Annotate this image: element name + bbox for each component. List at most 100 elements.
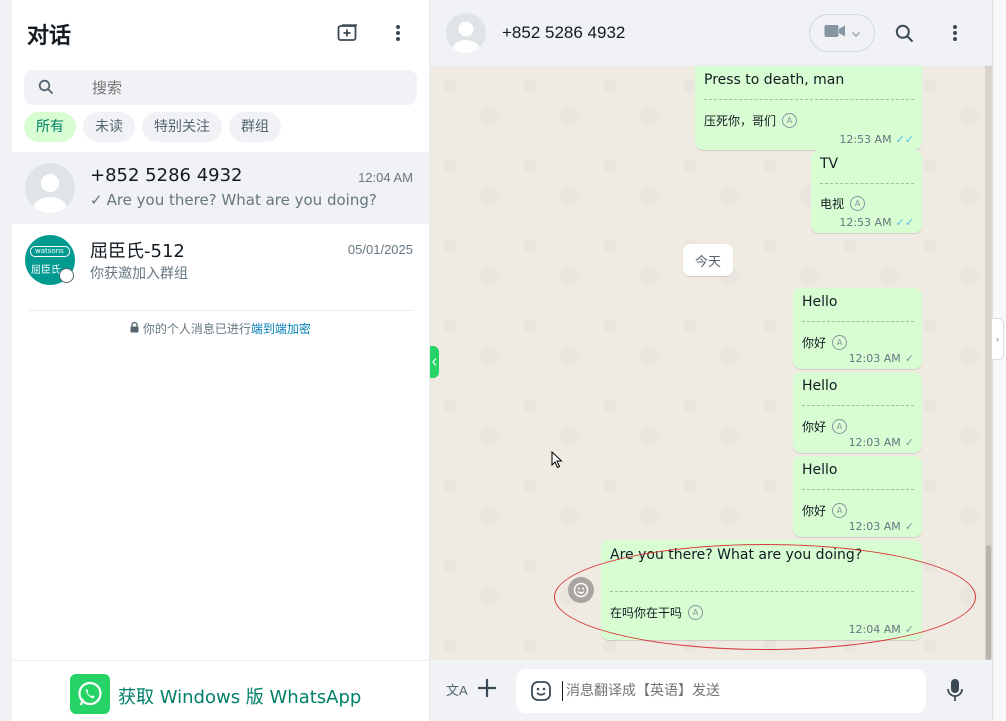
message-text: Are you there? What are you doing? (610, 547, 863, 563)
emoji-react-icon[interactable] (568, 577, 594, 603)
message-meta: 12:03 AM ✓ (848, 520, 914, 533)
translate-icon[interactable]: A (832, 503, 848, 518)
message-text: Hello (802, 378, 838, 394)
contact-name[interactable]: +852 5286 4932 (502, 23, 625, 43)
translation-divider (802, 489, 914, 490)
filter-favorites[interactable]: 特别关注 (142, 112, 222, 142)
message-meta: 12:03 AM ✓ (848, 436, 914, 449)
chat-list-pane: 对话 所有 未读 特别关注 群组 +852 5286 4932 12:04 AM… (0, 0, 430, 721)
message-meta: 12:04 AM ✓ (848, 623, 914, 636)
sent-check-icon: ✓ (904, 436, 914, 449)
sticker-icon[interactable] (530, 680, 552, 707)
video-camera-icon (824, 24, 846, 43)
message-text: Hello (802, 462, 838, 478)
search-bar (24, 70, 417, 105)
message-meta: 12:53 AM ✓✓ (839, 216, 914, 229)
message-translation: 在吗你在干吗 A (610, 604, 704, 621)
divider (28, 310, 414, 311)
message-bubble-outgoing[interactable]: Press to death, man 压死你，哥们 A 12:53 AM ✓✓ (695, 66, 922, 150)
search-icon (38, 79, 54, 100)
message-area[interactable]: Press to death, man 压死你，哥们 A 12:53 AM ✓✓ T… (430, 66, 992, 660)
message-bubble-outgoing[interactable]: Are you there? What are you doing? 在吗你在干… (601, 540, 922, 640)
translate-icon[interactable]: A (688, 605, 704, 620)
translation-divider (802, 405, 914, 406)
conversation-pane: +852 5286 4932 Press to death, man 压死你，哥… (430, 0, 1006, 721)
read-receipt-icon: ✓✓ (895, 216, 914, 229)
message-translation: 你好 A (802, 334, 848, 351)
sent-check-icon: ✓ (904, 520, 914, 533)
encryption-notice: 你的个人消息已进行端到端加密 (12, 320, 429, 337)
avatar-brand-text: 屈臣氏 (31, 265, 61, 276)
message-translation: 电视 A (820, 195, 866, 212)
sent-check-icon: ✓ (904, 623, 914, 636)
translation-divider (820, 183, 914, 184)
chevron-right-icon[interactable]: › (992, 318, 1004, 360)
lock-icon (130, 321, 143, 336)
chat-name: +852 5286 4932 (90, 165, 243, 186)
translation-divider (802, 321, 914, 322)
chat-time: 12:04 AM (358, 170, 413, 185)
translate-icon[interactable]: A (850, 196, 866, 211)
message-meta: 12:03 AM ✓ (848, 352, 914, 365)
message-translation: 你好 A (802, 502, 848, 519)
translate-icon[interactable]: A (832, 419, 848, 434)
whatsapp-logo-icon (70, 674, 110, 714)
microphone-icon[interactable] (946, 678, 964, 707)
message-input[interactable] (562, 681, 912, 701)
get-windows-link[interactable]: 获取 Windows 版 WhatsApp (118, 683, 361, 709)
chat-list-header: 对话 (12, 0, 429, 62)
read-receipt-icon: ✓✓ (895, 133, 914, 146)
avatar (25, 163, 75, 213)
message-composer: 文A (430, 660, 992, 721)
filter-chips: 所有 未读 特别关注 群组 (24, 112, 281, 142)
message-bubble-outgoing[interactable]: Hello 你好 A 12:03 AM ✓ (793, 372, 922, 453)
filter-all[interactable]: 所有 (24, 112, 76, 142)
avatar-brand-badge: watsons (30, 246, 70, 257)
right-edge-panel (992, 0, 1006, 721)
message-input-box (516, 669, 926, 713)
chat-list-item[interactable]: +852 5286 4932 12:04 AM ✓ Are you there? … (12, 152, 429, 224)
new-chat-icon[interactable] (334, 19, 362, 47)
translate-icon[interactable]: 文A (446, 680, 468, 699)
message-text: Press to death, man (704, 72, 845, 88)
attach-plus-icon[interactable] (476, 677, 498, 704)
filter-unread[interactable]: 未读 (83, 112, 135, 142)
sent-check-icon: ✓ (904, 352, 914, 365)
group-invite-badge-icon (59, 268, 74, 283)
chat-time: 05/01/2025 (347, 242, 413, 257)
message-meta: 12:53 AM ✓✓ (839, 133, 914, 146)
conversation-header: +852 5286 4932 (430, 0, 992, 66)
page-title: 对话 (27, 24, 72, 49)
sent-check-icon: ✓ (90, 191, 103, 209)
chat-preview: 你获邀加入群组 (90, 266, 188, 282)
chevron-down-icon (852, 24, 860, 42)
mouse-cursor-icon (551, 450, 563, 474)
menu-icon[interactable] (384, 19, 412, 47)
scrollbar-thumb[interactable] (986, 545, 991, 660)
message-bubble-outgoing[interactable]: TV 电视 A 12:53 AM ✓✓ (811, 150, 922, 233)
chat-preview: ✓ Are you there? What are you doing? (90, 191, 377, 209)
translate-icon[interactable]: A (782, 113, 798, 128)
video-call-button[interactable] (809, 14, 875, 52)
translate-icon[interactable]: A (832, 335, 848, 350)
date-separator: 今天 (683, 244, 733, 276)
message-translation: 你好 A (802, 418, 848, 435)
e2e-link[interactable]: 端到端加密 (251, 322, 311, 336)
menu-icon[interactable] (941, 19, 969, 47)
contact-avatar[interactable] (446, 13, 486, 53)
left-edge-strip (0, 0, 12, 721)
message-bubble-outgoing[interactable]: Hello 你好 A 12:03 AM ✓ (793, 288, 922, 369)
message-text: TV (820, 156, 839, 172)
search-icon[interactable] (890, 19, 918, 47)
message-bubble-outgoing[interactable]: Hello 你好 A 12:03 AM ✓ (793, 456, 922, 537)
side-panel-handle-icon[interactable] (430, 346, 439, 378)
get-windows-banner[interactable]: 获取 Windows 版 WhatsApp (12, 660, 429, 721)
search-input[interactable] (92, 70, 392, 105)
message-text: Hello (802, 294, 838, 310)
translation-divider (704, 99, 914, 100)
translation-divider (610, 591, 914, 592)
chat-name: 屈臣氏-512 (90, 241, 185, 262)
filter-groups[interactable]: 群组 (229, 112, 281, 142)
chat-preview-text: Are you there? What are you doing? (106, 191, 377, 209)
chat-list-item[interactable]: watsons 屈臣氏 屈臣氏-512 05/01/2025 你获邀加入群组 (12, 224, 429, 296)
